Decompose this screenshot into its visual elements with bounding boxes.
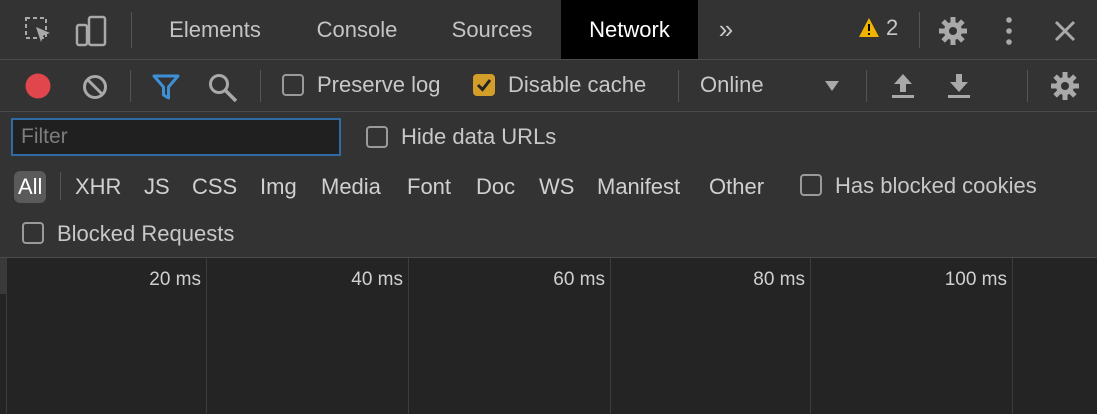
- type-filter-label: Media: [321, 174, 381, 199]
- tab-elements-label: Elements: [169, 16, 261, 42]
- filter-input[interactable]: [11, 118, 341, 156]
- timeline-tick-label: 60 ms: [553, 269, 605, 290]
- toolbar-divider: [130, 70, 131, 102]
- toolbar-divider: [1027, 70, 1028, 102]
- toolbar-divider: [678, 70, 679, 102]
- type-filter-label: Manifest: [597, 174, 681, 199]
- download-icon[interactable]: [946, 72, 972, 100]
- tab-bar-divider: [919, 12, 920, 48]
- tab-network-label: Network: [589, 16, 670, 42]
- type-filter-label: JS: [144, 174, 170, 199]
- more-tabs-button[interactable]: »: [704, 0, 748, 59]
- timeline-gridline: [1012, 258, 1013, 414]
- type-filter-xhr[interactable]: XHR: [75, 171, 121, 203]
- toolbar-divider: [260, 70, 261, 102]
- dropdown-arrow-icon: [824, 80, 840, 92]
- type-filter-label: CSS: [192, 174, 238, 199]
- timeline-gridline: [810, 258, 811, 414]
- blocked-requests-label[interactable]: Blocked Requests: [57, 223, 234, 245]
- disable-cache-checkbox[interactable]: [473, 74, 495, 96]
- tab-network[interactable]: Network: [561, 0, 698, 59]
- type-filter-ws[interactable]: WS: [539, 171, 574, 203]
- filter-icon[interactable]: [152, 73, 180, 101]
- device-toolbar-icon[interactable]: [75, 15, 109, 47]
- timeline-tick-label: 80 ms: [753, 269, 805, 290]
- close-icon[interactable]: [1053, 19, 1077, 43]
- preserve-log-label[interactable]: Preserve log: [317, 74, 441, 96]
- type-filter-css[interactable]: CSS: [192, 171, 237, 203]
- tab-sources-label: Sources: [451, 16, 533, 42]
- clear-icon[interactable]: [81, 73, 109, 101]
- throttling-value: Online: [700, 72, 764, 97]
- timeline-gridline: [206, 258, 207, 414]
- type-filter-divider: [60, 172, 61, 200]
- type-filter-media[interactable]: Media: [321, 171, 381, 203]
- tab-elements[interactable]: Elements: [150, 0, 280, 59]
- hide-data-urls-checkbox[interactable]: [366, 126, 388, 148]
- warning-icon: [858, 17, 880, 39]
- timeline-tick-label: 20 ms: [149, 269, 201, 290]
- type-filter-all[interactable]: All: [14, 171, 47, 203]
- search-icon[interactable]: [207, 72, 239, 104]
- has-blocked-cookies-label[interactable]: Has blocked cookies: [835, 175, 1037, 197]
- tab-sources[interactable]: Sources: [432, 0, 552, 59]
- type-filter-label: Font: [407, 174, 452, 199]
- disable-cache-label[interactable]: Disable cache: [508, 74, 646, 96]
- upload-icon[interactable]: [890, 72, 916, 100]
- preserve-log-checkbox[interactable]: [282, 74, 304, 96]
- type-filter-label: All: [18, 174, 43, 199]
- timeline-gridline: [6, 258, 7, 414]
- has-blocked-cookies-checkbox[interactable]: [800, 174, 822, 196]
- type-filter-manifest[interactable]: Manifest: [597, 171, 680, 203]
- type-filter-img[interactable]: Img: [260, 171, 297, 203]
- hide-data-urls-label[interactable]: Hide data URLs: [401, 126, 556, 148]
- record-icon[interactable]: [24, 72, 52, 100]
- type-filter-other[interactable]: Other: [709, 171, 764, 203]
- type-filter-js[interactable]: JS: [144, 171, 170, 203]
- type-filter-label: Other: [709, 174, 765, 199]
- type-filter-label: Img: [260, 174, 297, 199]
- checkmark-icon: [476, 79, 492, 92]
- type-filter-label: Doc: [476, 174, 516, 199]
- timeline-tick-label: 40 ms: [351, 269, 403, 290]
- more-tabs-label: »: [718, 14, 734, 44]
- kebab-menu-icon[interactable]: [1003, 16, 1015, 46]
- tab-console-label: Console: [316, 16, 398, 42]
- throttling-select[interactable]: Online: [698, 66, 848, 106]
- timeline-gridline: [408, 258, 409, 414]
- toolbar-divider: [866, 70, 867, 102]
- type-filter-label: XHR: [75, 174, 122, 199]
- network-settings-icon[interactable]: [1050, 71, 1080, 101]
- timeline-tick-label: 100 ms: [944, 269, 1007, 290]
- type-filter-font[interactable]: Font: [407, 171, 451, 203]
- tab-console[interactable]: Console: [296, 0, 418, 59]
- settings-icon[interactable]: [938, 16, 968, 46]
- tab-bar-divider: [131, 12, 132, 48]
- type-filter-label: WS: [539, 174, 575, 199]
- timeline-gridline: [610, 258, 611, 414]
- inspect-element-icon[interactable]: [24, 16, 54, 46]
- warnings-badge[interactable]: 2: [858, 17, 898, 39]
- warning-count: 2: [886, 15, 899, 40]
- blocked-requests-checkbox[interactable]: [22, 222, 44, 244]
- type-filter-doc[interactable]: Doc: [476, 171, 515, 203]
